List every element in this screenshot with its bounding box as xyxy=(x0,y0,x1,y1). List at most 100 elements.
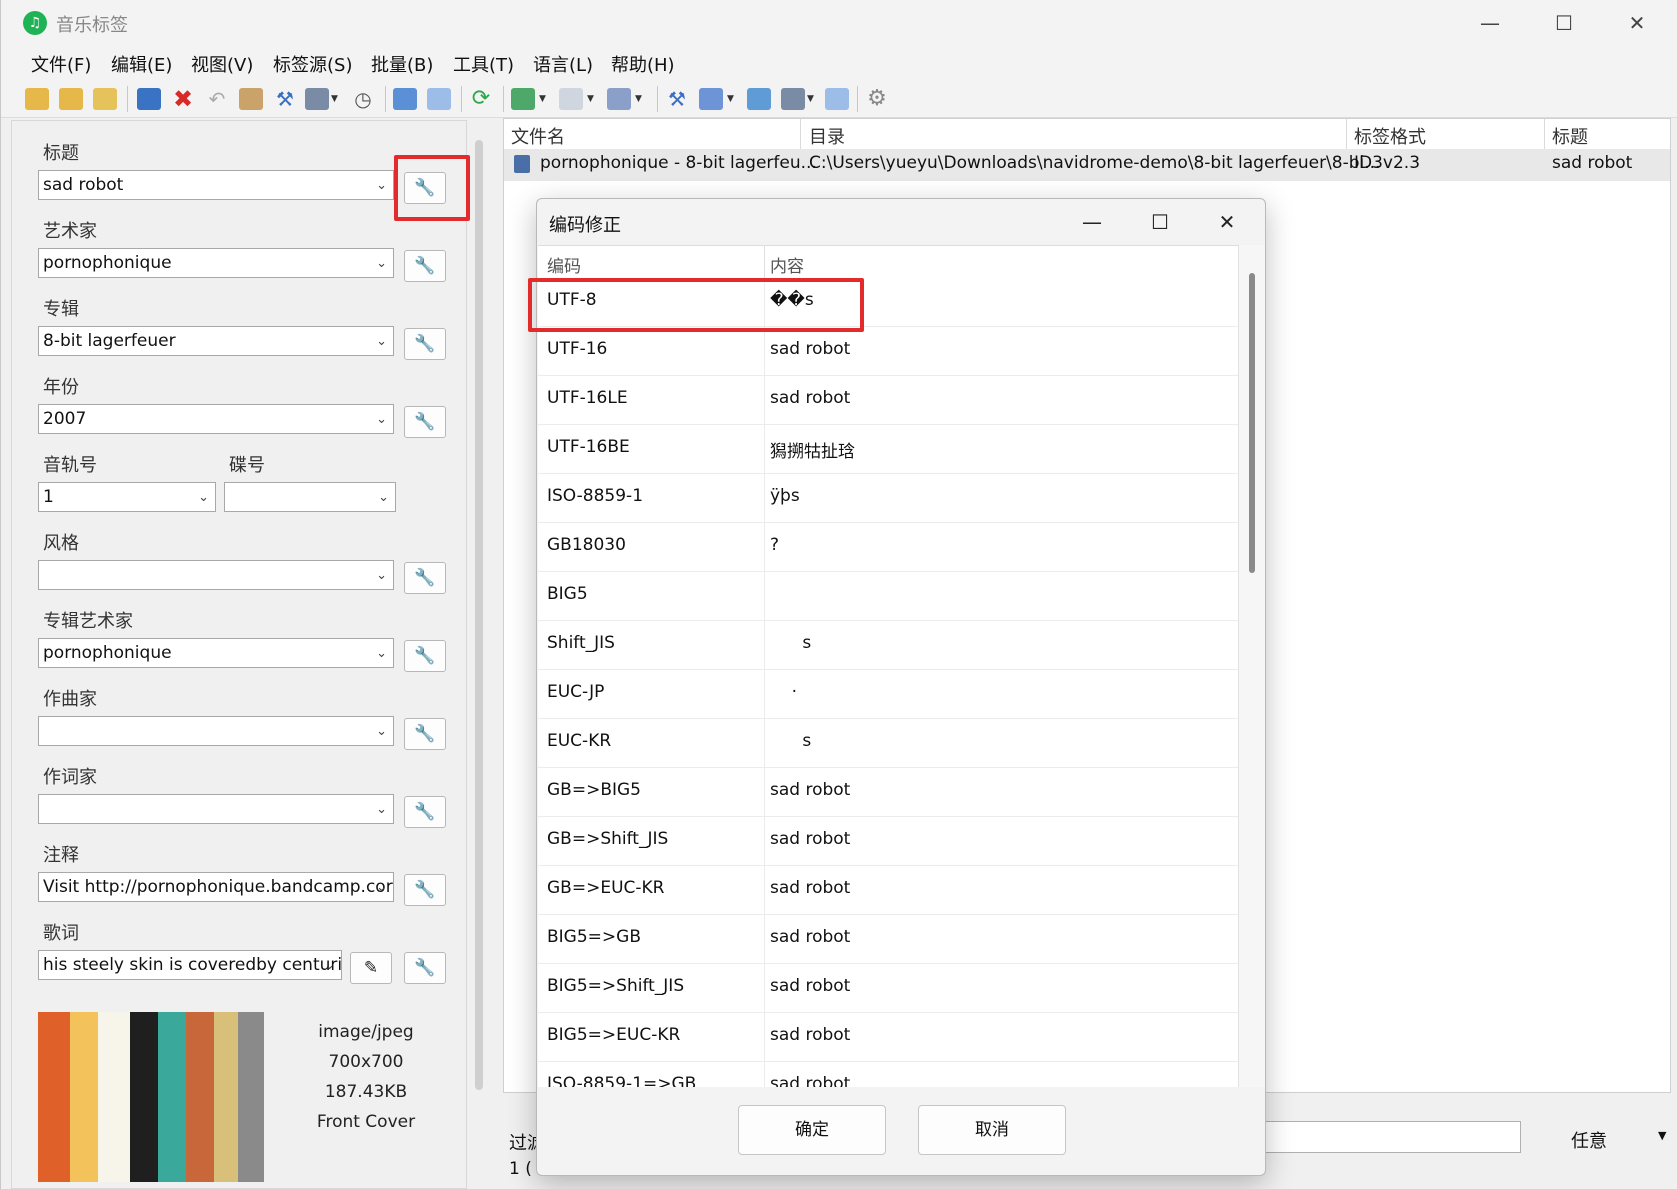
composer-wrench-button[interactable]: 🔧 xyxy=(404,718,446,750)
table-row[interactable]: BIG5=>GB sad robot xyxy=(538,915,1238,964)
batch-rename-icon[interactable] xyxy=(781,88,805,110)
lyricist-input[interactable]: ⌄ xyxy=(38,794,394,824)
year-input[interactable]: 2007 ⌄ xyxy=(38,404,394,434)
artist-input[interactable]: pornophonique ⌄ xyxy=(38,248,394,278)
genre-input[interactable]: ⌄ xyxy=(38,560,394,590)
edit-lyrics-button[interactable]: ✎ xyxy=(350,952,392,984)
album-artist-wrench-button[interactable]: 🔧 xyxy=(404,640,446,672)
column-filename[interactable]: 文件名 xyxy=(511,123,565,149)
title-input[interactable]: sad robot ⌄ xyxy=(38,170,394,200)
list-view-icon[interactable] xyxy=(427,88,451,110)
book-icon[interactable] xyxy=(239,88,263,110)
filter-mode[interactable]: 任意 xyxy=(1571,1127,1607,1153)
chevron-down-icon[interactable]: ⌄ xyxy=(376,796,387,823)
genre-wrench-button[interactable]: 🔧 xyxy=(404,562,446,594)
column-divider[interactable] xyxy=(1544,119,1545,149)
chevron-down-icon[interactable]: ⌄ xyxy=(376,172,387,199)
delete-icon[interactable]: ✖ xyxy=(171,87,195,111)
left-panel-scrollbar[interactable] xyxy=(475,140,483,1090)
undo-icon[interactable]: ↶ xyxy=(205,88,229,110)
album-input[interactable]: 8-bit lagerfeuer ⌄ xyxy=(38,326,394,356)
history-icon[interactable]: ◷ xyxy=(351,88,375,110)
chevron-down-icon[interactable]: ⌄ xyxy=(376,718,387,745)
menu-batch[interactable]: 批量(B) xyxy=(371,51,433,77)
add-folder-icon[interactable] xyxy=(59,88,83,110)
cancel-button[interactable]: 取消 xyxy=(918,1105,1066,1155)
chevron-down-icon[interactable]: ▼ xyxy=(587,94,594,104)
comment-wrench-button[interactable]: 🔧 xyxy=(404,874,446,906)
gear-icon[interactable]: ⚙ xyxy=(865,88,889,110)
column-divider[interactable] xyxy=(764,246,765,278)
chevron-down-icon[interactable]: ⌄ xyxy=(376,874,387,901)
batch-tag-icon[interactable] xyxy=(305,88,329,110)
year-wrench-button[interactable]: 🔧 xyxy=(404,406,446,438)
table-row[interactable]: EUC-JP · xyxy=(538,670,1238,719)
chevron-down-icon[interactable]: ⌄ xyxy=(376,562,387,589)
tag-convert-icon[interactable] xyxy=(607,88,631,110)
disc-input[interactable]: ⌄ xyxy=(224,482,396,512)
tools-icon[interactable]: ⚒ xyxy=(665,88,689,110)
wand-icon[interactable]: ⚒ xyxy=(273,88,297,110)
image-icon[interactable] xyxy=(511,88,535,110)
table-row[interactable]: GB=>EUC-KR sad robot xyxy=(538,866,1238,915)
menu-edit[interactable]: 编辑(E) xyxy=(111,51,172,77)
menu-language[interactable]: 语言(L) xyxy=(533,51,593,77)
table-row[interactable]: EUC-KR s xyxy=(538,719,1238,768)
dialog-scrollbar[interactable] xyxy=(1238,245,1265,1087)
table-row[interactable]: BIG5 xyxy=(538,572,1238,621)
table-row[interactable]: UTF-16 sad robot xyxy=(538,327,1238,376)
composer-input[interactable]: ⌄ xyxy=(38,716,394,746)
table-row[interactable]: UTF-16BE 獡搠牯扯琀 xyxy=(538,425,1238,474)
column-divider[interactable] xyxy=(1346,119,1347,149)
chevron-down-icon[interactable]: ⌄ xyxy=(376,250,387,277)
lyrics-input[interactable]: his steely skin is coveredby centuri ⌄ xyxy=(38,950,342,980)
column-title[interactable]: 标题 xyxy=(1552,123,1588,149)
chevron-down-icon[interactable]: ⌄ xyxy=(376,406,387,433)
lyrics-wrench-button[interactable]: 🔧 xyxy=(404,952,446,984)
refresh-icon[interactable]: ⟳ xyxy=(469,88,493,110)
album-wrench-button[interactable]: 🔧 xyxy=(404,328,446,360)
text-convert-icon[interactable] xyxy=(559,88,583,110)
comment-input[interactable]: Visit http://pornophonique.bandcamp.cor ⌄ xyxy=(38,872,394,902)
open-folder-icon[interactable] xyxy=(25,88,49,110)
menu-file[interactable]: 文件(F) xyxy=(31,51,91,77)
close-icon[interactable]: ✕ xyxy=(1610,6,1664,40)
minimize-icon[interactable]: — xyxy=(1463,6,1517,40)
table-row[interactable]: pornophonique - 8-bit lagerfeu... C:\Use… xyxy=(504,149,1670,181)
add-files-icon[interactable] xyxy=(93,88,117,110)
grid-view-icon[interactable] xyxy=(393,88,417,110)
save-icon[interactable] xyxy=(137,88,161,110)
table-row[interactable]: ISO-8859-1 ÿþs xyxy=(538,474,1238,523)
ok-button[interactable]: 确定 xyxy=(738,1105,886,1155)
table-row[interactable]: GB=>BIG5 sad robot xyxy=(538,768,1238,817)
chevron-down-icon[interactable]: ▼ xyxy=(1658,1129,1666,1142)
cover-art-image[interactable] xyxy=(38,1012,264,1182)
maximize-icon[interactable]: ☐ xyxy=(1137,205,1183,239)
column-encoding[interactable]: 编码 xyxy=(547,252,581,277)
chevron-down-icon[interactable]: ⌄ xyxy=(324,952,335,979)
chevron-down-icon[interactable]: ⌄ xyxy=(198,484,209,511)
album-artist-input[interactable]: pornophonique ⌄ xyxy=(38,638,394,668)
table-row[interactable]: Shift_JIS s xyxy=(538,621,1238,670)
menu-tag-source[interactable]: 标签源(S) xyxy=(273,51,352,77)
menu-tools[interactable]: 工具(T) xyxy=(453,51,514,77)
column-divider[interactable] xyxy=(800,119,801,149)
chevron-down-icon[interactable]: ▼ xyxy=(635,94,642,104)
lyricist-wrench-button[interactable]: 🔧 xyxy=(404,796,446,828)
table-row[interactable]: BIG5=>EUC-KR sad robot xyxy=(538,1013,1238,1062)
chevron-down-icon[interactable]: ▼ xyxy=(539,94,546,104)
chevron-down-icon[interactable]: ▼ xyxy=(807,94,814,104)
column-content[interactable]: 内容 xyxy=(770,252,804,277)
chevron-down-icon[interactable]: ▼ xyxy=(331,94,338,104)
table-row[interactable]: GB=>Shift_JIS sad robot xyxy=(538,817,1238,866)
table-row[interactable]: UTF-16LE sad robot xyxy=(538,376,1238,425)
window-icon[interactable] xyxy=(825,88,849,110)
chevron-down-icon[interactable]: ⌄ xyxy=(376,328,387,355)
minimize-icon[interactable]: — xyxy=(1069,205,1115,239)
close-icon[interactable]: ✕ xyxy=(1204,205,1250,239)
chevron-down-icon[interactable]: ⌄ xyxy=(376,640,387,667)
menu-view[interactable]: 视图(V) xyxy=(191,51,253,77)
scrollbar-thumb[interactable] xyxy=(1249,273,1255,573)
chevron-down-icon[interactable]: ▼ xyxy=(727,94,734,104)
column-tag-format[interactable]: 标签格式 xyxy=(1354,123,1426,149)
